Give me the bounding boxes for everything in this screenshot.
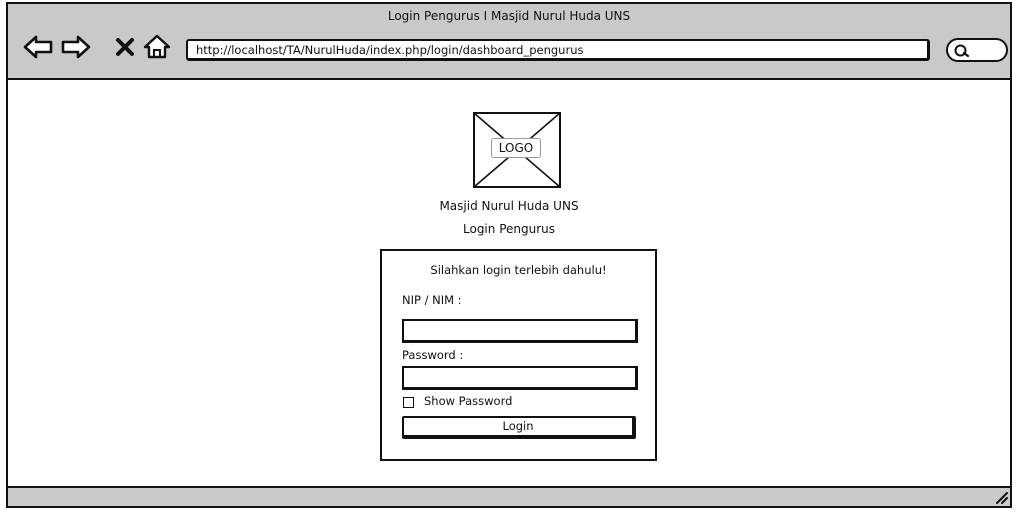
forward-arrow-icon[interactable] <box>60 32 92 62</box>
browser-toolbar: Login Pengurus I Masjid Nurul Huda UNS h… <box>8 4 1010 80</box>
logo-placeholder: LOGO <box>473 112 561 188</box>
nip-input[interactable] <box>402 319 638 343</box>
home-icon[interactable] <box>142 32 172 62</box>
login-message: Silahkan login terlebih dahulu! <box>430 263 607 277</box>
search-box[interactable] <box>946 38 1008 62</box>
nip-label: NIP / NIM : <box>402 293 462 307</box>
site-name: Masjid Nurul Huda UNS <box>439 199 579 213</box>
page-heading: Login Pengurus <box>463 222 555 236</box>
search-icon <box>954 44 970 58</box>
address-bar[interactable]: http://localhost/TA/NurulHuda/index.php/… <box>186 39 930 61</box>
back-arrow-icon[interactable] <box>22 32 54 62</box>
login-button[interactable]: Login <box>402 416 636 439</box>
browser-window: Login Pengurus I Masjid Nurul Huda UNS h… <box>6 2 1012 508</box>
logo-label: LOGO <box>491 138 541 158</box>
window-title: Login Pengurus I Masjid Nurul Huda UNS <box>387 9 631 23</box>
login-form: Silahkan login terlebih dahulu! NIP / NI… <box>380 249 657 461</box>
password-input[interactable] <box>402 366 638 390</box>
show-password-checkbox[interactable] <box>403 397 414 408</box>
close-icon[interactable] <box>114 32 136 62</box>
resize-grip-icon[interactable] <box>994 490 1008 504</box>
password-label: Password : <box>402 348 464 362</box>
show-password-label[interactable]: Show Password <box>424 394 512 408</box>
status-bar <box>8 486 1010 506</box>
